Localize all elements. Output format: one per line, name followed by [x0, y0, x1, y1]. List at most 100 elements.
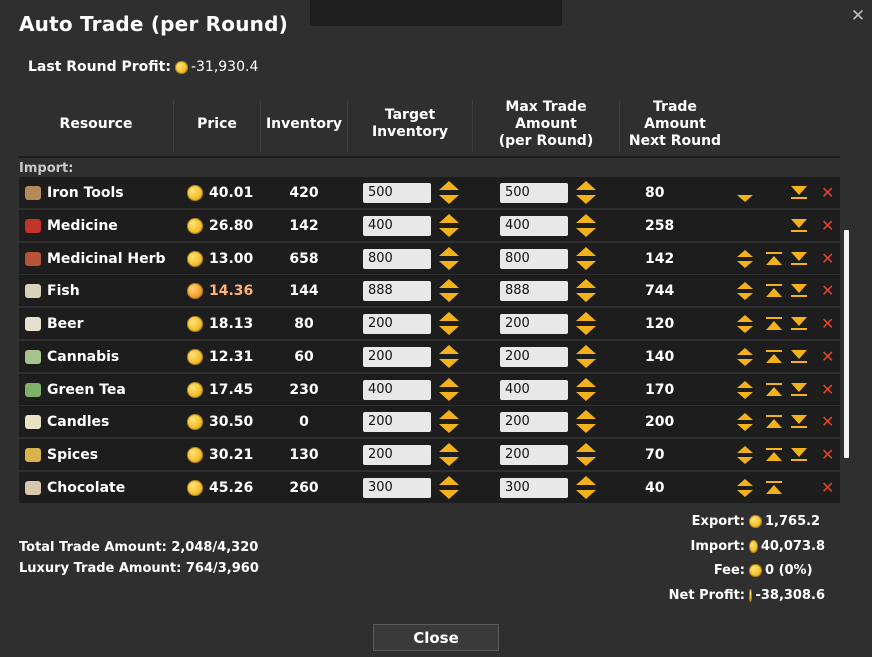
delete-icon[interactable]: ✕ — [821, 218, 834, 234]
move-to-top-icon[interactable] — [766, 284, 782, 298]
arrow-up-icon[interactable] — [576, 409, 596, 419]
max-trade-input[interactable]: 200 — [500, 444, 568, 465]
priority-up-icon[interactable] — [737, 282, 753, 289]
max-trade-stepper[interactable] — [576, 311, 596, 337]
col-max-trade[interactable]: Max Trade Amount (per Round) — [473, 96, 619, 152]
move-to-bottom-icon[interactable] — [791, 284, 807, 298]
target-inventory-input[interactable]: 500 — [363, 182, 431, 203]
arrow-down-icon[interactable] — [439, 194, 459, 204]
target-inventory-input[interactable]: 800 — [363, 248, 431, 269]
priority-up-icon[interactable] — [737, 413, 753, 420]
arrow-up-icon[interactable] — [439, 278, 459, 288]
arrow-up-icon[interactable] — [439, 344, 459, 354]
priority-up-icon[interactable] — [737, 446, 753, 453]
move-to-bottom-icon[interactable] — [791, 448, 807, 462]
target-inventory-input[interactable]: 400 — [363, 215, 431, 236]
move-to-bottom-icon[interactable] — [791, 350, 807, 364]
arrow-down-icon[interactable] — [576, 227, 596, 237]
col-price[interactable]: Price — [174, 96, 260, 152]
move-to-bottom-icon[interactable] — [791, 219, 807, 233]
max-trade-stepper[interactable] — [576, 213, 596, 239]
arrow-down-icon[interactable] — [576, 358, 596, 368]
target-stepper[interactable] — [439, 475, 459, 501]
delete-icon[interactable]: ✕ — [821, 316, 834, 332]
move-to-top-icon[interactable] — [766, 481, 782, 495]
move-to-bottom-icon[interactable] — [791, 186, 807, 200]
arrow-down-icon[interactable] — [439, 391, 459, 401]
max-trade-input[interactable]: 800 — [500, 248, 568, 269]
arrow-up-icon[interactable] — [576, 344, 596, 354]
priority-up-icon[interactable] — [737, 479, 753, 486]
max-trade-input[interactable]: 200 — [500, 346, 568, 367]
priority-up-icon[interactable] — [737, 250, 753, 257]
priority-down-icon[interactable] — [737, 261, 753, 268]
target-inventory-input[interactable]: 300 — [363, 477, 431, 498]
target-stepper[interactable] — [439, 246, 459, 272]
target-stepper[interactable] — [439, 311, 459, 337]
col-target-inventory[interactable]: Target Inventory — [348, 96, 472, 152]
arrow-down-icon[interactable] — [576, 423, 596, 433]
arrow-down-icon[interactable] — [439, 292, 459, 302]
arrow-up-icon[interactable] — [576, 475, 596, 485]
arrow-up-icon[interactable] — [576, 278, 596, 288]
col-resource[interactable]: Resource — [19, 96, 173, 152]
arrow-up-icon[interactable] — [439, 213, 459, 223]
max-trade-input[interactable]: 200 — [500, 411, 568, 432]
arrow-up-icon[interactable] — [576, 213, 596, 223]
arrow-up-icon[interactable] — [576, 180, 596, 190]
arrow-down-icon[interactable] — [439, 325, 459, 335]
arrow-down-icon[interactable] — [439, 456, 459, 466]
delete-icon[interactable]: ✕ — [821, 480, 834, 496]
move-to-top-icon[interactable] — [766, 252, 782, 266]
arrow-down-icon[interactable] — [439, 489, 459, 499]
move-to-top-icon[interactable] — [766, 350, 782, 364]
target-stepper[interactable] — [439, 377, 459, 403]
priority-down-icon[interactable] — [737, 195, 753, 202]
max-trade-input[interactable]: 500 — [500, 182, 568, 203]
delete-icon[interactable]: ✕ — [821, 283, 834, 299]
max-trade-stepper[interactable] — [576, 475, 596, 501]
max-trade-stepper[interactable] — [576, 377, 596, 403]
max-trade-input[interactable]: 300 — [500, 477, 568, 498]
max-trade-stepper[interactable] — [576, 278, 596, 304]
priority-down-icon[interactable] — [737, 457, 753, 464]
target-inventory-input[interactable]: 888 — [363, 280, 431, 301]
move-to-bottom-icon[interactable] — [791, 252, 807, 266]
arrow-down-icon[interactable] — [439, 260, 459, 270]
target-stepper[interactable] — [439, 344, 459, 370]
max-trade-input[interactable]: 888 — [500, 280, 568, 301]
priority-down-icon[interactable] — [737, 293, 753, 300]
col-next-round[interactable]: Trade Amount Next Round — [620, 96, 730, 152]
target-stepper[interactable] — [439, 442, 459, 468]
move-to-bottom-icon[interactable] — [791, 415, 807, 429]
move-to-top-icon[interactable] — [766, 383, 782, 397]
col-inventory[interactable]: Inventory — [261, 96, 347, 152]
priority-down-icon[interactable] — [737, 490, 753, 497]
move-to-top-icon[interactable] — [766, 448, 782, 462]
delete-icon[interactable]: ✕ — [821, 447, 834, 463]
target-inventory-input[interactable]: 400 — [363, 379, 431, 400]
close-button[interactable]: Close — [373, 624, 499, 651]
arrow-up-icon[interactable] — [439, 442, 459, 452]
delete-icon[interactable]: ✕ — [821, 185, 834, 201]
arrow-down-icon[interactable] — [439, 423, 459, 433]
priority-up-icon[interactable] — [737, 348, 753, 355]
arrow-down-icon[interactable] — [576, 292, 596, 302]
arrow-down-icon[interactable] — [576, 456, 596, 466]
max-trade-input[interactable]: 400 — [500, 379, 568, 400]
target-inventory-input[interactable]: 200 — [363, 346, 431, 367]
priority-down-icon[interactable] — [737, 326, 753, 333]
arrow-down-icon[interactable] — [576, 325, 596, 335]
max-trade-stepper[interactable] — [576, 246, 596, 272]
arrow-down-icon[interactable] — [439, 358, 459, 368]
priority-down-icon[interactable] — [737, 424, 753, 431]
move-to-bottom-icon[interactable] — [791, 383, 807, 397]
target-inventory-input[interactable]: 200 — [363, 411, 431, 432]
priority-up-icon[interactable] — [737, 315, 753, 322]
arrow-down-icon[interactable] — [576, 391, 596, 401]
arrow-down-icon[interactable] — [576, 489, 596, 499]
move-to-bottom-icon[interactable] — [791, 317, 807, 331]
max-trade-input[interactable]: 200 — [500, 313, 568, 334]
scrollbar[interactable] — [844, 230, 849, 458]
arrow-down-icon[interactable] — [439, 227, 459, 237]
